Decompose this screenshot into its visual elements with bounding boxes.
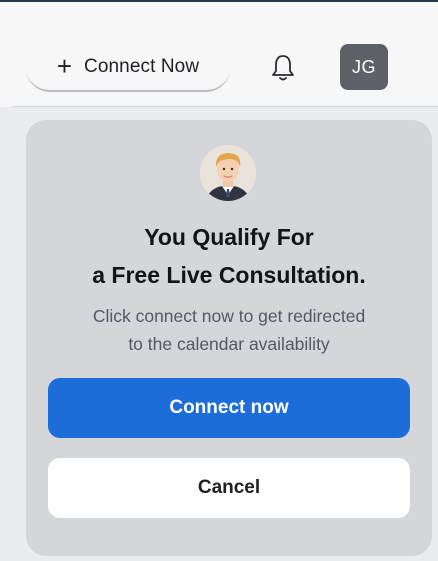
connect-now-header-button[interactable]: + Connect Now	[26, 44, 230, 92]
modal-description-line1: Click connect now to get redirected	[92, 306, 366, 326]
bell-icon[interactable]	[270, 53, 296, 83]
modal-description-line2: to the calendar availability	[128, 334, 330, 354]
cancel-button[interactable]: Cancel	[48, 458, 410, 518]
modal-title-line2: a Free Live Consultation.	[92, 262, 366, 288]
modal-title-line1: You Qualify For	[144, 224, 314, 250]
header-bar: + Connect Now JG	[0, 2, 438, 106]
page: + Connect Now JG You Qualify For a Free …	[0, 0, 438, 561]
connect-now-button[interactable]: Connect now	[48, 378, 410, 438]
plus-icon: +	[56, 51, 73, 81]
user-avatar[interactable]: JG	[340, 44, 388, 90]
connect-now-label: Connect Now	[84, 56, 200, 77]
consultant-avatar-icon	[200, 145, 256, 201]
